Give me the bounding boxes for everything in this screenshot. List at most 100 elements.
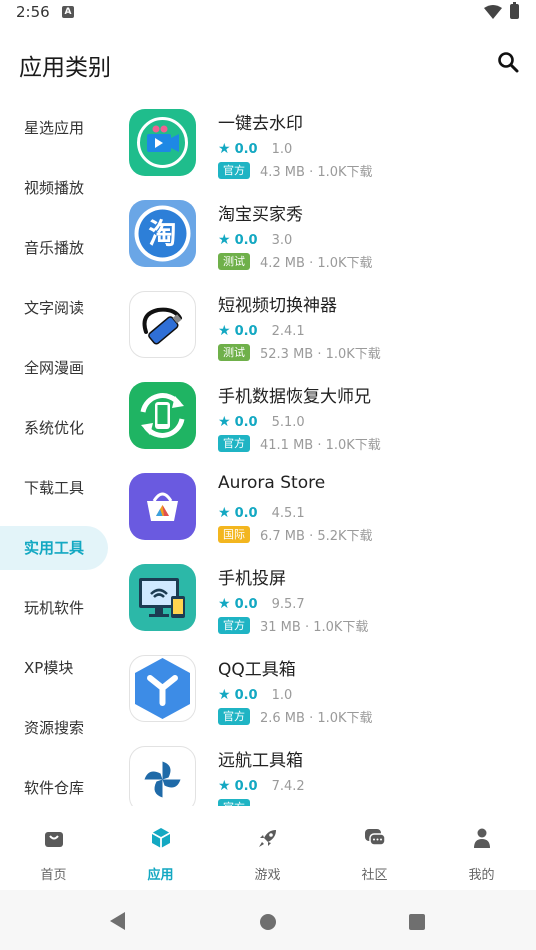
person-icon	[474, 828, 490, 848]
bag-icon	[45, 832, 63, 847]
qq-toolbox-icon	[129, 655, 196, 722]
app-rating: 0.0	[234, 233, 258, 248]
sidebar-item-repo[interactable]: 软件仓库	[0, 766, 108, 810]
app-row[interactable]: 短视频切换神器 ★ 0.0 2.4.1 测试 52.3 MB · 1.0K下载	[110, 280, 536, 371]
sidebar-item-search[interactable]: 资源搜索	[0, 706, 108, 750]
app-row[interactable]: 淘 淘宝买家秀 ★ 0.0 3.0 测试 4.2 MB · 1.0K下载	[110, 189, 536, 280]
app-name: 一键去水印	[218, 114, 303, 134]
star-icon: ★	[218, 141, 231, 157]
tab-profile[interactable]: 我的	[428, 808, 535, 890]
tag-badge: 官方	[218, 799, 250, 806]
app-version: 4.5.1	[271, 506, 305, 521]
rocket-icon	[259, 830, 276, 847]
phone-recovery-icon	[129, 382, 196, 449]
tab-label: 首页	[40, 868, 67, 883]
app-version: 3.0	[271, 233, 293, 248]
app-size: 6.7 MB · 5.2K下载	[260, 529, 373, 544]
page-title: 应用类别	[19, 55, 111, 81]
sidebar-item-starred[interactable]: 星选应用	[0, 106, 108, 150]
sidebar-item-comics[interactable]: 全网漫画	[0, 346, 108, 390]
app-row[interactable]: 手机数据恢复大师兄 ★ 0.0 5.1.0 官方 41.1 MB · 1.0K下载	[110, 371, 536, 462]
app-version: 1.0	[271, 688, 293, 703]
tab-label: 社区	[361, 868, 388, 883]
app-version: 7.4.2	[271, 779, 305, 794]
status-bar: 2:56 A	[0, 0, 536, 26]
tab-apps[interactable]: 应用	[107, 808, 214, 890]
app-row[interactable]: 一键去水印 ★ 0.0 1.0 官方 4.3 MB · 1.0K下载	[110, 98, 536, 189]
app-rating: 0.0	[234, 415, 258, 430]
category-sidebar: 星选应用 视频播放 音乐播放 文字阅读 全网漫画 系统优化 下载工具 实用工具 …	[0, 98, 110, 808]
app-rating: 0.0	[234, 779, 258, 794]
sidebar-item-utilities[interactable]: 实用工具	[0, 526, 108, 570]
sidebar-item-reading[interactable]: 文字阅读	[0, 286, 108, 330]
app-name: 手机投屏	[218, 569, 286, 589]
tag-badge: 国际	[218, 526, 250, 543]
app-row[interactable]: 手机投屏 ★ 0.0 9.5.7 官方 31 MB · 1.0K下载	[110, 553, 536, 644]
pinwheel-icon	[129, 746, 196, 806]
video-watermark-icon	[129, 109, 196, 176]
app-name: 短视频切换神器	[218, 296, 337, 316]
app-rating: 0.0	[234, 597, 258, 612]
app-name: Aurora Store	[218, 473, 326, 493]
sidebar-item-xposed[interactable]: XP模块	[0, 646, 108, 690]
app-version: 1.0	[271, 142, 293, 157]
tab-label: 游戏	[254, 868, 281, 883]
star-icon: ★	[218, 596, 231, 612]
tab-community[interactable]: 社区	[321, 808, 428, 890]
app-size: 52.3 MB · 1.0K下载	[260, 347, 381, 362]
title-bar: 应用类别	[0, 26, 536, 96]
app-name: 远航工具箱	[218, 751, 303, 771]
tag-badge: 测试	[218, 344, 250, 361]
cube-icon	[151, 828, 171, 848]
star-icon: ★	[218, 505, 231, 521]
sidebar-item-optimize[interactable]: 系统优化	[0, 406, 108, 450]
app-name: 淘宝买家秀	[218, 205, 303, 225]
app-name: 手机数据恢复大师兄	[218, 387, 371, 407]
bottom-tab-bar: 首页 应用 游戏 社区 我的	[0, 808, 536, 890]
aurora-store-icon	[129, 473, 196, 540]
status-time: 2:56	[16, 3, 50, 21]
app-rating: 0.0	[234, 324, 258, 339]
back-icon[interactable]	[110, 912, 126, 930]
taobao-icon: 淘	[129, 200, 196, 267]
sidebar-item-video[interactable]: 视频播放	[0, 166, 108, 210]
search-icon[interactable]	[496, 50, 520, 74]
battery-icon	[510, 2, 519, 19]
tag-badge: 官方	[218, 617, 250, 634]
tab-label: 我的	[468, 868, 495, 883]
app-size: 41.1 MB · 1.0K下载	[260, 438, 381, 453]
sidebar-item-music[interactable]: 音乐播放	[0, 226, 108, 270]
app-row[interactable]: 远航工具箱 ★0.0 7.4.2 官方	[110, 735, 536, 806]
app-size: 2.6 MB · 1.0K下载	[260, 711, 373, 726]
app-version: 9.5.7	[271, 597, 305, 612]
tag-badge: 官方	[218, 162, 250, 179]
tab-games[interactable]: 游戏	[214, 808, 321, 890]
wifi-icon	[484, 5, 502, 19]
app-size: 31 MB · 1.0K下载	[260, 620, 369, 635]
app-version: 5.1.0	[271, 415, 305, 430]
star-icon: ★	[218, 687, 231, 703]
home-icon[interactable]	[260, 914, 276, 930]
sidebar-item-download[interactable]: 下载工具	[0, 466, 108, 510]
app-size: 4.2 MB · 1.0K下载	[260, 256, 373, 271]
app-version: 2.4.1	[271, 324, 305, 339]
star-icon: ★	[218, 778, 231, 794]
star-icon: ★	[218, 232, 231, 248]
app-list: 一键去水印 ★ 0.0 1.0 官方 4.3 MB · 1.0K下载 淘 淘宝买家秀 …	[110, 98, 536, 806]
tag-badge: 官方	[218, 435, 250, 452]
screen-cast-icon	[129, 564, 196, 631]
tag-badge: 官方	[218, 708, 250, 725]
app-row[interactable]: Aurora Store ★ 0.0 4.5.1 国际 6.7 MB · 5.2K下载	[110, 462, 536, 553]
tab-home[interactable]: 首页	[0, 808, 107, 890]
recent-apps-icon[interactable]	[409, 914, 425, 930]
sidebar-item-tweaks[interactable]: 玩机软件	[0, 586, 108, 630]
tag-badge: 测试	[218, 253, 250, 270]
system-nav-bar	[0, 890, 536, 950]
tab-label: 应用	[147, 868, 174, 883]
chat-icon	[365, 829, 386, 846]
app-rating: 0.0	[234, 506, 258, 521]
app-rating: 0.0	[234, 688, 258, 703]
svg-text:淘: 淘	[148, 217, 176, 250]
usb-plug-icon	[129, 291, 196, 358]
app-row[interactable]: QQ工具箱 ★ 0.0 1.0 官方 2.6 MB · 1.0K下载	[110, 644, 536, 735]
